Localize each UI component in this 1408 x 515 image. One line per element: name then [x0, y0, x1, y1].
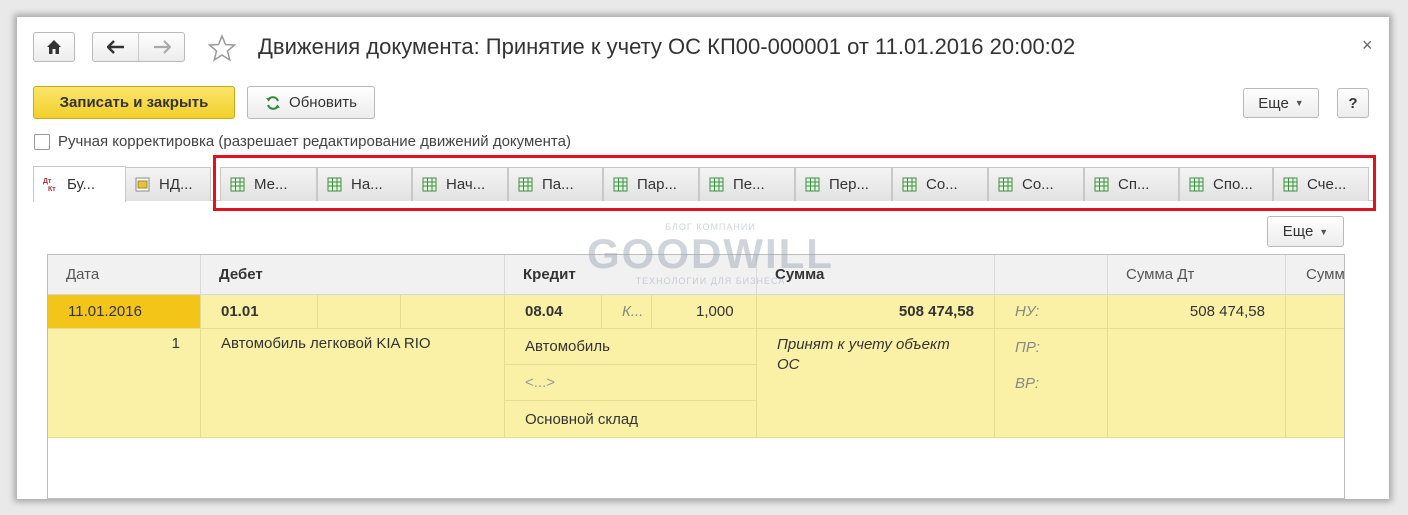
cell-line-number[interactable]: 1 [48, 329, 201, 438]
cell-pr-label: ПР: [995, 329, 1108, 365]
refresh-icon [266, 95, 281, 110]
refresh-label: Обновить [289, 94, 357, 111]
more-label: Еще [1282, 223, 1314, 240]
column-header-tax-type[interactable] [995, 255, 1108, 295]
cell-amount[interactable]: 508 474,58 [757, 295, 995, 329]
cell-credit-extra[interactable]: К... [602, 295, 652, 329]
cell-debit-subconto[interactable]: Автомобиль легковой KIA RIO [201, 329, 505, 438]
cell-credit-subconto-3[interactable]: Основной склад [505, 401, 757, 438]
save-and-close-button[interactable]: Записать и закрыть [33, 86, 235, 119]
column-header-date[interactable]: Дата [48, 255, 201, 295]
refresh-button[interactable]: Обновить [247, 86, 375, 119]
window-title: Движения документа: Принятие к учету ОС … [258, 34, 1076, 59]
column-header-debit[interactable]: Дебет [201, 255, 505, 295]
chevron-down-icon: ▼ [1319, 226, 1329, 237]
watermark-top: БЛОГ КОМПАНИИ [665, 222, 756, 232]
cell-sum-dt-extra[interactable] [1108, 329, 1286, 438]
arrow-left-icon [106, 40, 124, 54]
movements-table[interactable]: Дата Дебет Кредит Сумма Сумма Дт Сумм 11… [47, 254, 1345, 499]
column-header-sum-dt[interactable]: Сумма Дт [1108, 255, 1286, 295]
column-header-sum[interactable]: Сумма [757, 255, 995, 295]
manual-correction-checkbox[interactable] [34, 133, 50, 150]
svg-text:Кт: Кт [48, 186, 56, 192]
cell-sum-kt[interactable] [1286, 295, 1344, 329]
cell-content[interactable]: Принят к учету объект ОС [757, 329, 995, 438]
tab-accounting-register[interactable]: Дт Кт Бу... [33, 166, 126, 202]
cell-debit-extra-2[interactable] [401, 295, 505, 329]
dt-kt-icon: ДтКт [43, 178, 56, 192]
cell-date[interactable]: 11.01.2016 [48, 295, 201, 329]
cell-credit-account[interactable]: 08.04 [505, 295, 602, 329]
manual-correction-label: Ручная корректировка (разрешает редактир… [58, 133, 571, 150]
arrow-right-icon [153, 40, 171, 54]
more-menu-button[interactable]: Еще ▼ [1243, 88, 1319, 118]
help-button[interactable]: ? [1337, 88, 1369, 118]
cell-credit-subconto-2[interactable]: <...> [505, 365, 757, 401]
column-header-sum-kt[interactable]: Сумм [1286, 255, 1344, 295]
cell-quantity[interactable]: 1,000 [652, 295, 757, 329]
tab-label: Бу... [67, 176, 96, 193]
history-navigation [92, 32, 185, 62]
home-icon [47, 40, 61, 54]
tab-vat-register[interactable]: НД... [125, 167, 211, 201]
back-button[interactable] [93, 33, 138, 61]
cell-nu-label: НУ: [995, 295, 1108, 329]
home-button[interactable] [33, 32, 75, 62]
cell-debit-extra-1[interactable] [318, 295, 401, 329]
cell-sum-dt[interactable]: 508 474,58 [1108, 295, 1286, 329]
tab-label: НД... [159, 176, 193, 193]
more-label: Еще [1258, 94, 1289, 112]
vat-register-icon [135, 177, 150, 192]
svg-text:Дт: Дт [43, 178, 52, 185]
table-row[interactable]: 11.01.2016 01.01 08.04 К... 1,000 508 47… [48, 295, 1344, 438]
cell-tax-empty [995, 401, 1108, 438]
grid-more-button[interactable]: Еще ▼ [1267, 216, 1344, 247]
chevron-down-icon: ▼ [1294, 98, 1304, 108]
cell-vr-label: ВР: [995, 365, 1108, 401]
close-icon[interactable]: × [1362, 35, 1373, 56]
cell-credit-subconto-1[interactable]: Автомобиль [505, 329, 757, 365]
tabs-highlight-frame [213, 155, 1376, 211]
column-header-credit[interactable]: Кредит [505, 255, 757, 295]
document-movements-window: Движения документа: Принятие к учету ОС … [17, 17, 1389, 499]
forward-button[interactable] [139, 33, 184, 61]
manual-correction-row: Ручная корректировка (разрешает редактир… [34, 133, 571, 150]
favorite-star-icon[interactable] [207, 33, 237, 63]
cell-sum-kt-extra[interactable] [1286, 329, 1344, 438]
cell-debit-account[interactable]: 01.01 [201, 295, 318, 329]
